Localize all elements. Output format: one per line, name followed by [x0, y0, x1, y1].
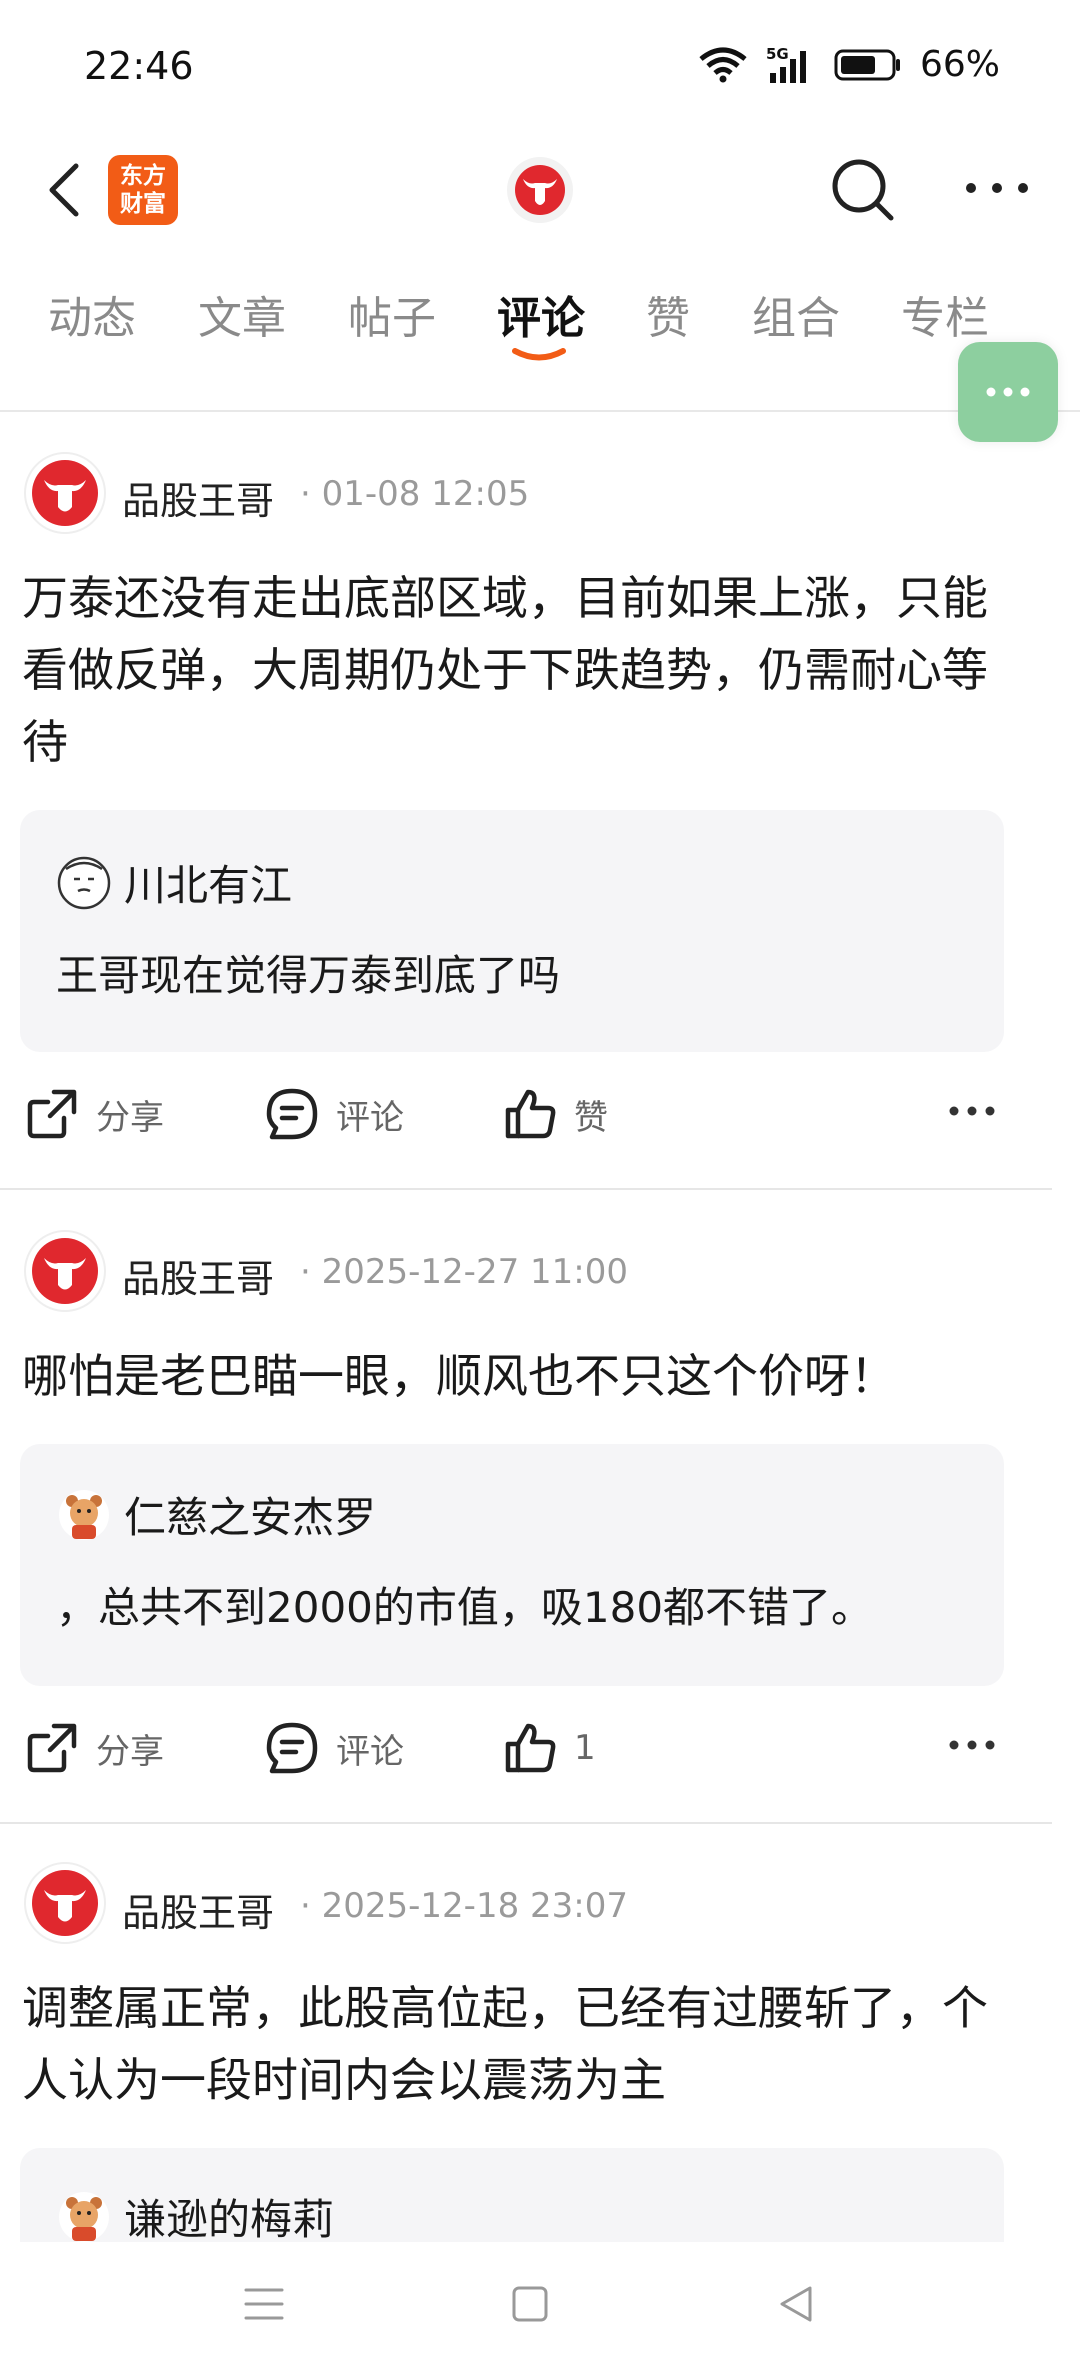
- author-name[interactable]: 品股王哥: [122, 1882, 274, 1937]
- eastmoney-logo[interactable]: 东方 财富: [108, 155, 178, 225]
- tab-portfolios[interactable]: 组合: [752, 282, 840, 346]
- like-button[interactable]: 1: [502, 1720, 596, 1776]
- quoted-text: 王哥现在觉得万泰到底了吗: [56, 951, 561, 1000]
- share-button[interactable]: 分享: [24, 1720, 164, 1776]
- ellipsis-icon: [949, 1740, 995, 1750]
- post-divider: [0, 1822, 1052, 1824]
- floating-more-button[interactable]: [958, 342, 1058, 442]
- battery-icon: [834, 49, 900, 80]
- status-bar: 22:46 5G 66%: [0, 0, 1080, 130]
- author-avatar[interactable]: [24, 1230, 106, 1312]
- post-more-button[interactable]: [948, 1738, 996, 1752]
- share-icon: [27, 1723, 77, 1773]
- post-divider: [0, 1188, 1052, 1190]
- ellipsis-icon: [986, 387, 1030, 397]
- active-tab-indicator: [512, 348, 566, 361]
- quoted-user: 仁慈之安杰罗: [56, 1484, 376, 1545]
- share-icon: [27, 1089, 77, 1139]
- status-icons: 5G 66%: [698, 44, 1000, 85]
- ellipsis-icon: [949, 1106, 995, 1116]
- signal-icon: 5G: [766, 45, 806, 83]
- comment-button[interactable]: 评论: [264, 1720, 404, 1776]
- quoted-user-name: 仁慈之安杰罗: [124, 1493, 377, 1542]
- thumbs-up-icon: [505, 1089, 556, 1139]
- back-arrow-icon: [49, 163, 79, 217]
- like-button[interactable]: 赞: [502, 1086, 608, 1142]
- more-options-button[interactable]: [962, 168, 1032, 208]
- status-time: 22:46: [84, 44, 194, 88]
- author-avatar[interactable]: [24, 452, 106, 534]
- post-time: · 01-08 12:05: [300, 474, 530, 514]
- like-count: 1: [574, 1728, 596, 1768]
- comment-text[interactable]: 哪怕是老巴瞄一眼，顺风也不只这个价呀！: [22, 1340, 1002, 1412]
- comment-text[interactable]: 万泰还没有走出底部区域，目前如果上涨，只能看做反弹，大周期仍处于下跌趋势，仍需耐…: [22, 562, 1002, 778]
- post-actions: 分享 评论 1: [0, 1720, 1080, 1790]
- share-label: 分享: [96, 1097, 164, 1138]
- tab-dynamics[interactable]: 动态: [48, 282, 136, 346]
- quoted-text: ，总共不到2000的市值，吸180都不错了。: [56, 1583, 874, 1632]
- like-count: 赞: [574, 1097, 608, 1138]
- ellipsis-icon: [966, 183, 1028, 193]
- top-nav-bar: 东方 财富: [0, 140, 1080, 240]
- system-nav-bar: [0, 2242, 1080, 2374]
- tab-columns[interactable]: 专栏: [901, 282, 989, 346]
- profile-tabs: 动态 文章 帖子 评论 赞 组合 专栏: [0, 270, 1080, 380]
- comment-text[interactable]: 调整属正常，此股高位起，已经有过腰斩了，个人认为一段时间内会以震荡为主: [22, 1972, 1002, 2116]
- quoted-user: 谦逊的梅莉: [56, 2186, 334, 2247]
- comment-icon: [266, 1088, 318, 1140]
- quoted-user: 川北有江: [56, 852, 292, 913]
- tabs-divider: [0, 410, 1080, 412]
- user-avatar-icon: [57, 856, 111, 909]
- quoted-reply[interactable]: 川北有江 王哥现在觉得万泰到底了吗: [20, 810, 1004, 1052]
- share-label: 分享: [96, 1731, 164, 1772]
- tab-articles[interactable]: 文章: [198, 282, 286, 346]
- wifi-icon: [699, 47, 747, 82]
- quoted-user-name: 谦逊的梅莉: [124, 2195, 335, 2244]
- search-button[interactable]: [825, 152, 901, 228]
- thumbs-up-icon: [505, 1723, 556, 1773]
- tab-likes[interactable]: 赞: [646, 282, 690, 346]
- svg-text:5G: 5G: [766, 45, 789, 63]
- comment-label: 评论: [336, 1097, 404, 1138]
- bull-logo-icon: [507, 157, 573, 223]
- search-icon: [832, 159, 894, 221]
- home-icon[interactable]: [510, 2282, 550, 2326]
- comment-label: 评论: [336, 1731, 404, 1772]
- battery-percent: 66%: [919, 44, 1000, 85]
- tab-posts[interactable]: 帖子: [348, 282, 436, 346]
- post-time: · 2025-12-27 11:00: [300, 1252, 628, 1292]
- profile-avatar[interactable]: [505, 155, 575, 225]
- quoted-reply[interactable]: 仁慈之安杰罗 ，总共不到2000的市值，吸180都不错了。: [20, 1444, 1004, 1686]
- menu-icon[interactable]: [242, 2282, 286, 2326]
- user-avatar-icon: [59, 2191, 109, 2242]
- user-avatar-icon: [59, 1489, 109, 1540]
- post-time: · 2025-12-18 23:07: [300, 1886, 628, 1926]
- post-more-button[interactable]: [948, 1104, 996, 1118]
- post-actions: 分享 评论 赞: [0, 1086, 1080, 1156]
- tab-comments[interactable]: 评论: [497, 282, 585, 346]
- quoted-user-name: 川北有江: [124, 861, 293, 910]
- comment-button[interactable]: 评论: [264, 1086, 404, 1142]
- back-triangle-icon[interactable]: [774, 2282, 818, 2326]
- share-button[interactable]: 分享: [24, 1086, 164, 1142]
- comment-icon: [266, 1722, 318, 1774]
- author-name[interactable]: 品股王哥: [122, 1248, 274, 1303]
- author-name[interactable]: 品股王哥: [122, 470, 274, 525]
- back-button[interactable]: [40, 158, 90, 222]
- author-avatar[interactable]: [24, 1862, 106, 1944]
